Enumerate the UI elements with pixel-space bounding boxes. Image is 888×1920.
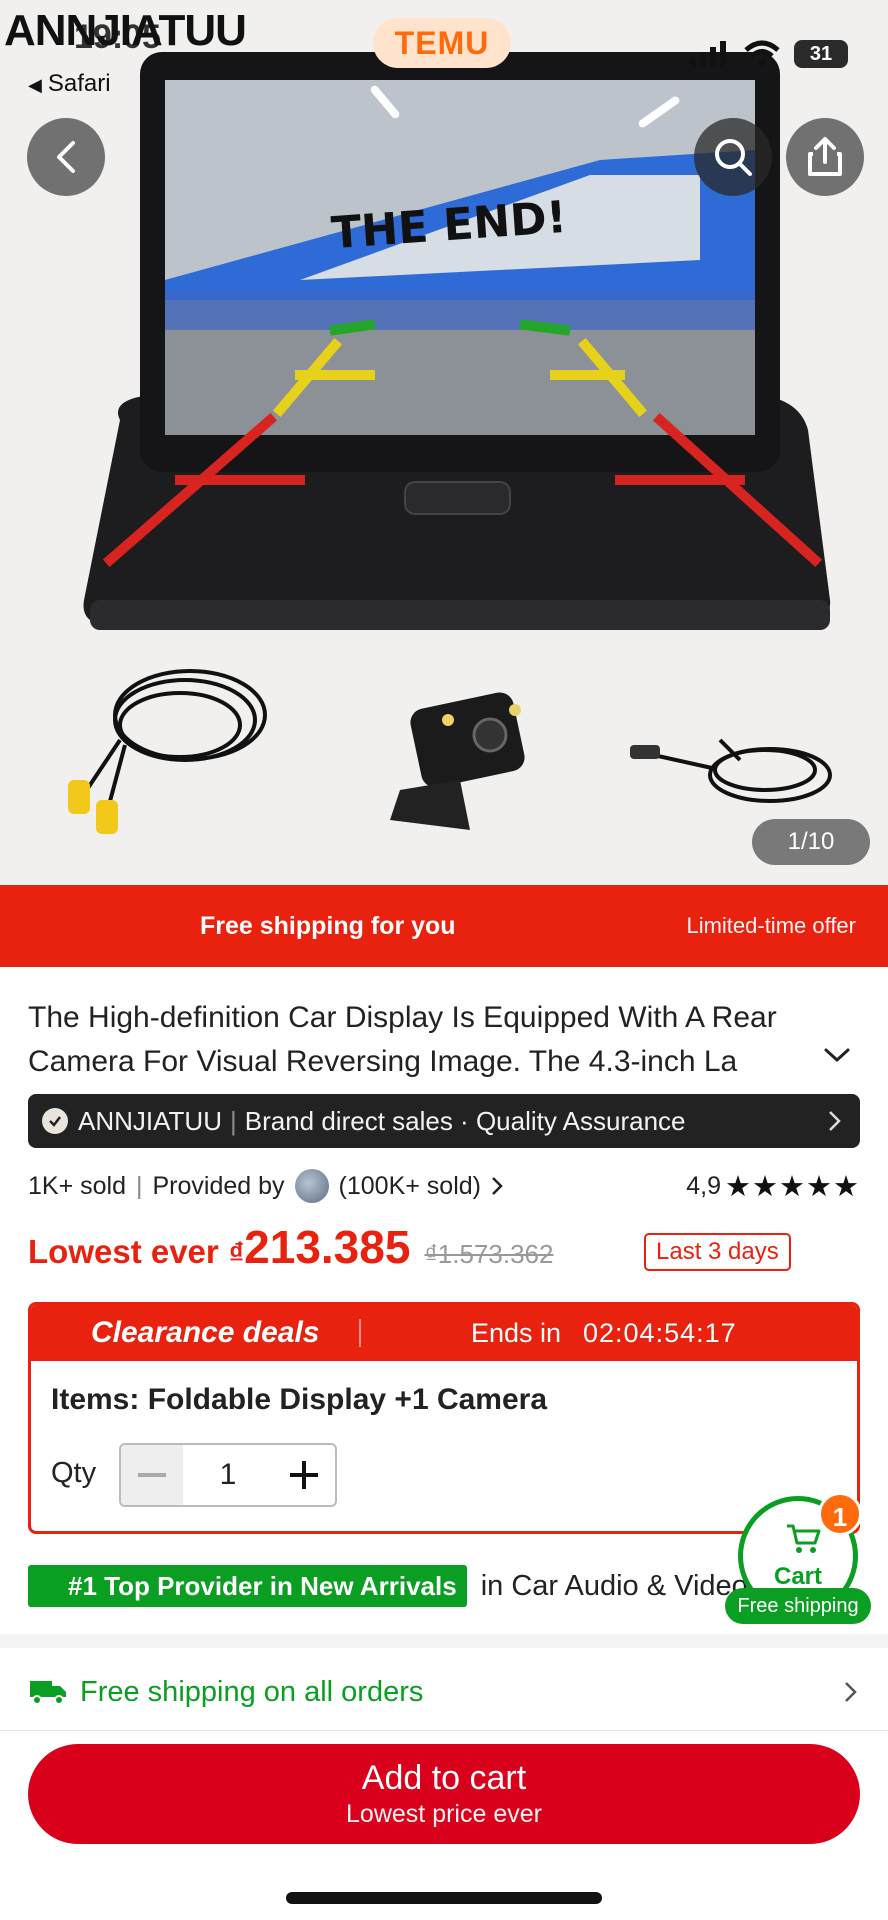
clearance-header: Clearance deals Ends in 02:04:54:17 (31, 1305, 857, 1361)
image-counter: 1/10 (752, 819, 870, 865)
provider-avatar[interactable] (294, 1169, 329, 1203)
countdown-timer: 02:04:54:17 (583, 1318, 737, 1348)
brand-strip[interactable]: ANNJIATUU | Brand direct sales · Quality… (28, 1094, 860, 1148)
safari-label: Safari (47, 70, 111, 97)
chevron-left-icon (57, 141, 75, 173)
free-shipping-text: Free shipping on all orders (80, 1675, 424, 1708)
accessory-power-cable (639, 738, 832, 803)
star-rating-icon: ★★★★★ (725, 1170, 860, 1203)
free-shipping-row[interactable]: Free shipping on all orders (28, 1662, 860, 1722)
wifi-icon (744, 40, 780, 67)
banner-side-text: Limited-time offer (686, 913, 856, 938)
divider: | (136, 1171, 143, 1200)
clearance-title: Clearance deals (91, 1316, 320, 1349)
plus-icon (290, 1461, 318, 1489)
cart-count-badge: 1 (818, 1492, 862, 1536)
add-to-cart-label: Add to cart (361, 1759, 527, 1797)
clearance-deal-box: Clearance deals Ends in 02:04:54:17 Item… (28, 1302, 860, 1534)
share-button[interactable] (786, 118, 864, 196)
section-divider (0, 1634, 888, 1648)
decrease-qty-button[interactable] (121, 1445, 183, 1505)
sold-count: 1K+ sold (28, 1171, 126, 1200)
truck-icon (30, 1681, 66, 1705)
search-icon (715, 139, 752, 176)
back-to-safari-link[interactable]: ◀ Safari (28, 70, 111, 98)
banner-main-text: Free shipping for you (200, 912, 456, 940)
cart-label: Cart (773, 1563, 822, 1590)
back-button[interactable] (27, 118, 105, 196)
ends-in-label: Ends in (471, 1318, 562, 1348)
status-icons: 31 (690, 40, 848, 68)
qty-label: Qty (51, 1457, 97, 1489)
rating[interactable]: 4,9 ★★★★★ (686, 1169, 860, 1204)
quantity-stepper[interactable]: 1 (119, 1443, 337, 1507)
signal-icon (690, 41, 726, 67)
brand-separator: | (229, 1105, 237, 1136)
brand-name: ANNJIATUU (78, 1105, 222, 1136)
brand-tagline: Brand direct sales · Quality Assurance (244, 1105, 686, 1136)
top-provider-badge: #1 Top Provider in New Arrivals (28, 1565, 467, 1607)
minus-icon (138, 1473, 166, 1477)
selected-items[interactable]: Items: Foldable Display +1 Camera (51, 1383, 547, 1417)
accessory-camera (390, 692, 525, 830)
add-to-cart-button[interactable]: Add to cart Lowest price ever (28, 1744, 860, 1844)
home-indicator[interactable] (286, 1892, 602, 1904)
qty-value[interactable]: 1 (183, 1445, 273, 1505)
provider-category: in Car Audio & Video (480, 1569, 748, 1602)
cart-free-shipping-badge: Free shipping (725, 1588, 871, 1624)
search-button[interactable] (694, 118, 772, 196)
chevron-down-icon (824, 1048, 850, 1062)
promo-banner[interactable]: Free shipping for you Limited-time offer (0, 885, 888, 967)
divider-line (0, 1730, 888, 1731)
chevron-right-icon (829, 1111, 841, 1131)
rating-value: 4,9 (686, 1171, 721, 1200)
provided-by-label: Provided by (152, 1171, 285, 1200)
product-title[interactable]: The High-definition Car Display Is Equip… (28, 996, 848, 1084)
current-price: 213.385 (244, 1221, 411, 1273)
sold-row: 1K+ sold | Provided by (100K+ sold) 4,9 … (28, 1168, 860, 1204)
last-days-badge: Last 3 days (644, 1233, 791, 1271)
provider-sold[interactable]: (100K+ sold) (339, 1172, 481, 1201)
accessory-cable (78, 669, 267, 821)
currency-symbol: ₫ (228, 1237, 245, 1270)
back-triangle-icon: ◀ (28, 75, 42, 95)
share-icon (808, 137, 842, 176)
header-divider (359, 1319, 361, 1347)
original-price: ₫1.573.362 (424, 1239, 554, 1269)
lowest-ever-label: Lowest ever (28, 1233, 219, 1270)
status-time: 19:05 (74, 18, 161, 56)
cart-icon (787, 1524, 821, 1553)
temu-logo[interactable]: TEMU (373, 18, 511, 68)
battery-indicator: 31 (794, 40, 848, 68)
chevron-right-icon[interactable] (487, 1174, 507, 1198)
chevron-right-icon (845, 1682, 857, 1702)
expand-title-button[interactable] (822, 1040, 856, 1080)
increase-qty-button[interactable] (273, 1445, 335, 1505)
verified-badge-icon (42, 1108, 68, 1134)
add-to-cart-sublabel: Lowest price ever (346, 1800, 542, 1828)
product-image-gallery[interactable]: THE END! ANNJIATUU 19:05 ◀ Safari TEMU 3… (0, 0, 888, 885)
top-provider-row[interactable]: #1 Top Provider in New Arrivals in Car A… (28, 1564, 752, 1608)
